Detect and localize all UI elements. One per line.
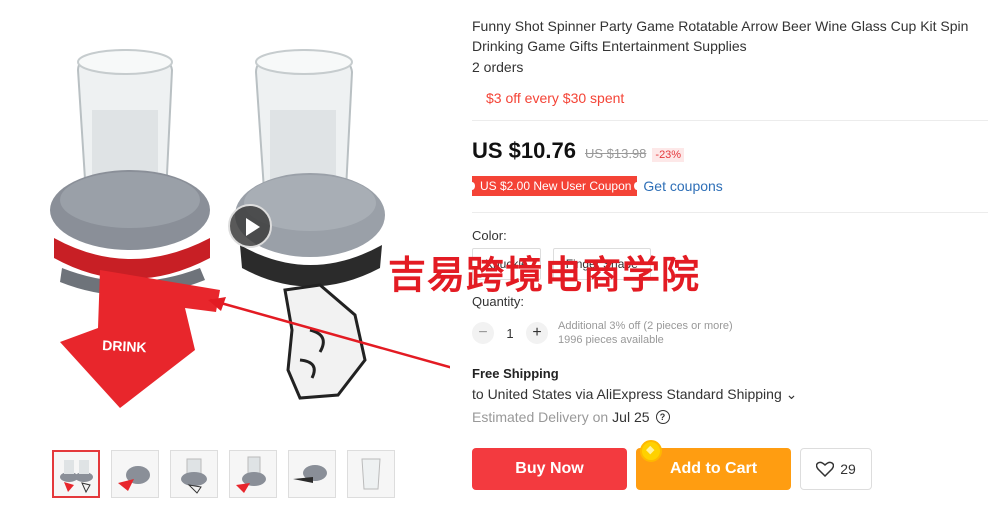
play-video-icon[interactable]: [228, 204, 272, 248]
thumbnail-image-icon: [181, 458, 207, 494]
quantity-note: Additional 3% off (2 pieces or more) 199…: [558, 319, 733, 347]
thumbnail-image-icon: [236, 456, 266, 493]
coin-icon: [640, 440, 662, 462]
quantity-increase-button[interactable]: +: [526, 322, 548, 344]
coupon-row: US $2.00 New User Coupon Get coupons: [468, 176, 723, 196]
help-icon[interactable]: ?: [655, 410, 670, 424]
thumbnail-1[interactable]: [52, 450, 100, 498]
thumbnail-image-icon: [60, 460, 93, 494]
divider: [472, 212, 988, 213]
stock-available: 1996 pieces available: [558, 334, 664, 346]
current-price: US $10.76: [472, 138, 576, 163]
watermark-text: 吉易跨境电商学院: [388, 253, 701, 297]
product-title: Funny Shot Spinner Party Game Rotatable …: [472, 18, 969, 54]
main-product-image[interactable]: DRINK: [20, 0, 450, 430]
thumbnail-5[interactable]: [288, 450, 336, 498]
discount-badge: -23%: [652, 148, 685, 162]
wishlist-count: 29: [840, 461, 856, 477]
quantity-value[interactable]: 1: [494, 326, 526, 341]
shipping-method-selector[interactable]: to United States via AliExpress Standard…: [472, 386, 797, 403]
price-row: US $10.76 US $13.98 -23%: [472, 138, 685, 164]
new-user-coupon[interactable]: US $2.00 New User Coupon: [468, 176, 641, 196]
heart-icon: [816, 461, 835, 477]
thumbnail-3[interactable]: [170, 450, 218, 498]
color-label: Color:: [472, 228, 507, 243]
shipping-title: Free Shipping: [472, 366, 559, 381]
bulk-discount-note: Additional 3% off (2 pieces or more): [558, 320, 733, 332]
thumbnail-image-icon: [293, 465, 327, 483]
thumbnail-image-icon: [118, 466, 150, 491]
thumbnail-image-icon: [361, 458, 381, 490]
original-price: US $13.98: [584, 146, 647, 161]
order-count: 2 orders: [472, 59, 524, 75]
arrow-label: DRINK: [102, 337, 147, 355]
quantity-stepper: − 1 + Additional 3% off (2 pieces or mor…: [472, 319, 733, 347]
thumbnail-6[interactable]: [347, 450, 395, 498]
delivery-date: Jul 25: [612, 409, 650, 425]
store-promotion[interactable]: $3 off every $30 spent: [486, 90, 624, 106]
thumbnail-4[interactable]: [229, 450, 277, 498]
delivery-label: Estimated Delivery on: [472, 409, 609, 425]
thumbnail-strip: [52, 450, 395, 498]
divider: [472, 120, 988, 121]
thumbnail-2[interactable]: [111, 450, 159, 498]
estimated-delivery: Estimated Delivery on Jul 25 ?: [472, 409, 670, 425]
get-coupons-link[interactable]: Get coupons: [643, 178, 722, 194]
wishlist-button[interactable]: 29: [800, 448, 872, 490]
quantity-decrease-button[interactable]: −: [472, 322, 494, 344]
buy-now-button[interactable]: Buy Now: [472, 448, 627, 490]
